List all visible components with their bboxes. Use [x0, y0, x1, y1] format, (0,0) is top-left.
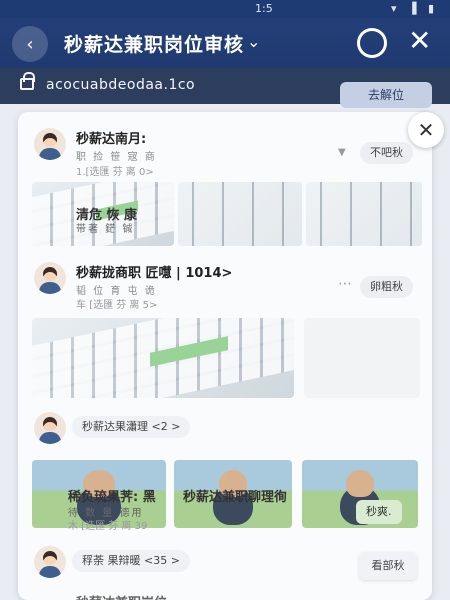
- image-side-button[interactable]: 秒爽.: [356, 500, 402, 524]
- card-tag[interactable]: 秒薪达果瀟理 <2 >: [72, 416, 191, 438]
- avatar: [34, 262, 66, 294]
- card-subtitle: 韬 位 育 屯 诡: [76, 286, 157, 297]
- image-center-text: 秒薪达兼职聊理徇: [183, 490, 288, 505]
- chevron-down-icon[interactable]: ⌄: [247, 32, 260, 51]
- close-icon[interactable]: ✕: [408, 24, 431, 58]
- avatar: [34, 412, 66, 444]
- image-overlay-subtitle: 带著 鋩 铖: [76, 224, 135, 235]
- card-action-button[interactable]: 卵粗秋: [360, 276, 413, 298]
- card-image[interactable]: [306, 182, 422, 246]
- image-overlay-title: 稀负琉果荠: 黑: [68, 490, 156, 505]
- more-icon[interactable]: ⋯: [338, 276, 353, 292]
- url-text[interactable]: acocuabdeodaa.1co: [46, 77, 195, 93]
- card-image[interactable]: [304, 318, 420, 398]
- review-sheet: 秒薪达南月: 职 捡 笹 宼 商 1.[选匯 芬 离 0> ▼ 不吧秋 清危 恢…: [18, 112, 432, 600]
- status-time: 1:5: [255, 2, 273, 15]
- card-tag[interactable]: 稃荼 果辩暖 <35 >: [72, 550, 190, 572]
- card-tail-text: 秒薪达兼职岗位...: [76, 592, 182, 600]
- close-sheet-button[interactable]: ✕: [408, 112, 444, 148]
- back-arrow-icon: ‹: [26, 33, 34, 55]
- ghost-action-button[interactable]: 去解位: [340, 82, 432, 108]
- card-subtitle: 职 捡 笹 宼 商: [76, 152, 157, 163]
- status-icons: ▾ ▐ ▮: [390, 2, 438, 15]
- avatar: [34, 546, 66, 578]
- avatar: [34, 128, 66, 160]
- status-bar: 1:5 ▾ ▐ ▮: [0, 0, 450, 18]
- card-name: 秒薪达南月:: [76, 132, 147, 147]
- card-image[interactable]: [32, 318, 294, 398]
- page-title[interactable]: 秒薪达兼职岗位审核: [64, 30, 244, 57]
- lock-icon: [20, 72, 35, 90]
- card-meta: 车 [选匯 芬 离 5>: [76, 300, 158, 311]
- chevron-down-icon[interactable]: ▼: [338, 147, 346, 158]
- search-icon[interactable]: [357, 28, 387, 58]
- back-button[interactable]: ‹: [12, 26, 48, 62]
- card-action-button[interactable]: 不吧秋: [360, 142, 413, 164]
- card-name: 秒薪拢商职 匠嚖 | 1014>: [76, 266, 233, 281]
- image-overlay-meta: 木 [选匯 芬 离 39: [68, 521, 148, 532]
- card-action-button[interactable]: 看部秋: [359, 552, 417, 580]
- card-meta: 1.[选匯 芬 离 0>: [76, 167, 154, 178]
- app-header: ‹ 秒薪达兼职岗位审核 ⌄ ✕: [0, 18, 450, 68]
- card-image[interactable]: [178, 182, 302, 246]
